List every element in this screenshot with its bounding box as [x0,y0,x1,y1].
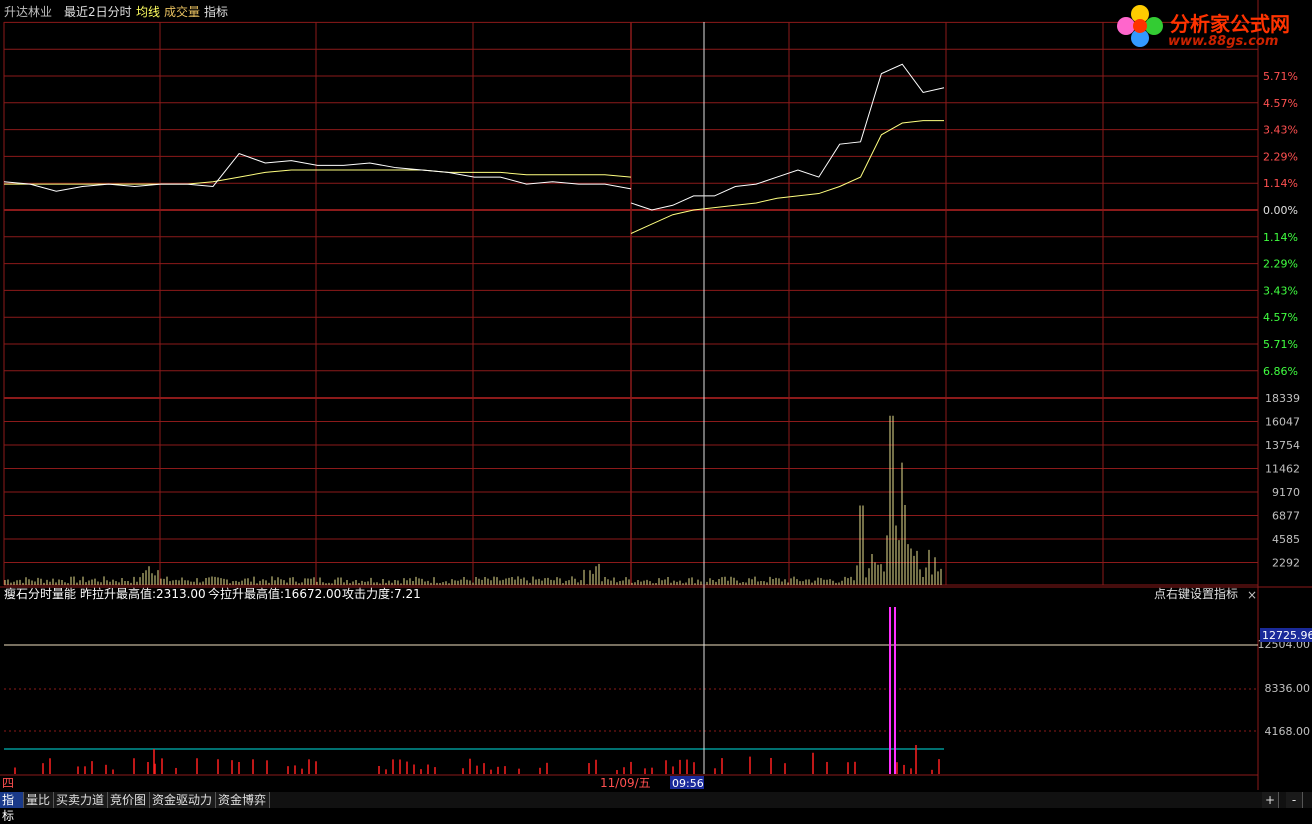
flower-logo-icon [1117,5,1163,47]
price-line-day2 [630,63,945,211]
volume-axis-label: 16047 [1265,416,1300,429]
site-logo: 分析家公式网 www.88gs.com [1110,0,1310,52]
logo-url: www.88gs.com [1168,34,1279,49]
bottom-tab-4[interactable]: 资金驱动力 [150,792,216,808]
bottom-tab-5[interactable]: 资金博弈 [216,792,270,808]
price-axis-label: 1.14% [1263,177,1298,190]
indicator-attack-value: 攻击力度:7.21 [342,586,421,601]
indicator-axis-label: 4168.00 [1265,725,1311,738]
avg-line-label: 均线 [136,5,161,19]
indicator-label[interactable]: 指标 [204,4,228,20]
indicator-yesterday-value: 昨拉升最高值:2313.00 [80,586,206,601]
avg-line-day1 [4,169,632,185]
zoom-out-button[interactable]: - [1286,792,1303,808]
volume-label: 成交量 [164,5,201,19]
indicator-today-value: 今拉升最高值:16672.00 [208,586,341,601]
price-axis-label: 2.29% [1263,150,1298,163]
indicator-name: 瘦石分时量能 [4,586,76,601]
avg-line-day2 [630,120,944,234]
time-axis-day2: 11/09/五 [600,776,651,790]
price-axis-zero: 0.00% [1263,204,1298,217]
bottom-tab-1[interactable]: 量比 [24,792,54,808]
volume-axis-label: 18339 [1265,392,1300,405]
indicator-axis-label: 8336.00 [1265,682,1311,695]
indicator-close-icon[interactable]: × [1247,588,1257,602]
price-axis-label: 3.43% [1263,284,1298,297]
price-axis-label: 3.43% [1263,124,1298,137]
intraday-chart[interactable]: 18339 16047 13754 11462 9170 6877 4585 2292 5.71… [0,0,1312,808]
volume-axis-label: 6877 [1272,510,1300,523]
indicator-settings-hint: 点右键设置指标 [1154,586,1238,601]
price-axis-label: 1.14% [1263,231,1298,244]
time-axis-day1: 四 [2,776,14,790]
price-axis-label: 6.86% [1263,365,1298,378]
period-label[interactable]: 最近2日分时 [64,4,132,20]
cursor-value-label: 12725.96 [1262,629,1312,642]
bottom-tab-3[interactable]: 竞价图 [108,792,150,808]
bottom-tab-0[interactable]: 指标 [0,792,24,823]
volume-axis-label: 9170 [1272,486,1300,499]
stock-name: 升达林业 [4,5,53,19]
zoom-in-button[interactable]: + [1262,792,1279,808]
logo-text: 分析家公式网 [1170,12,1290,36]
volume-axis-label: 2292 [1272,557,1300,570]
price-axis-label: 5.71% [1263,338,1298,351]
price-axis-label: 5.71% [1263,70,1298,83]
volume-axis-label: 4585 [1272,533,1300,546]
bottom-tab-2[interactable]: 买卖力道 [54,792,108,808]
volume-axis-label: 13754 [1265,439,1300,452]
cursor-time-label: 09:56 [672,777,704,790]
volume-axis-label: 11462 [1265,463,1300,476]
price-axis-label: 4.57% [1263,311,1298,324]
price-axis-label: 4.57% [1263,97,1298,110]
price-axis-label: 2.29% [1263,258,1298,271]
price-line-day1 [3,152,632,192]
